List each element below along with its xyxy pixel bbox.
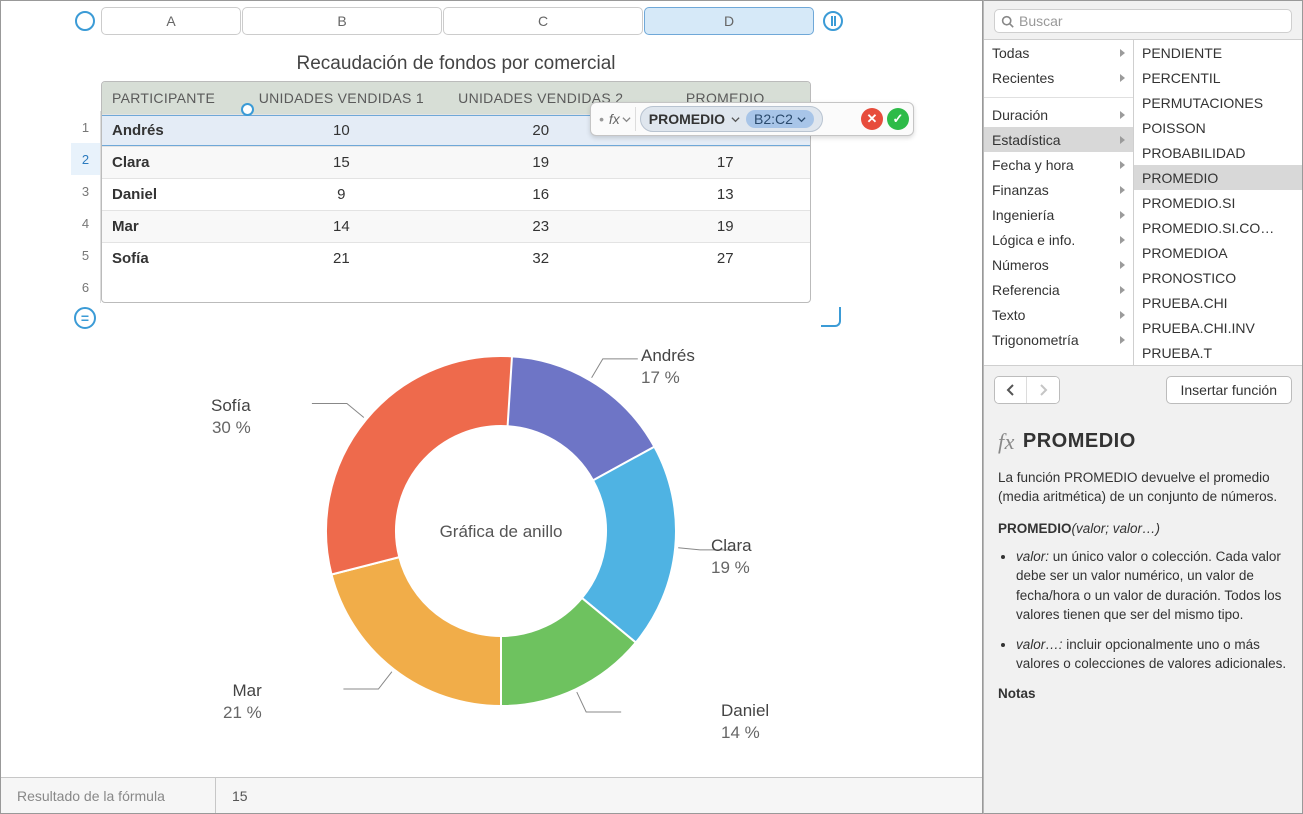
function-categories[interactable]: TodasRecientes DuraciónEstadísticaFecha y…: [984, 40, 1134, 365]
row-numbers: 1 2 3 4 5 6: [71, 111, 101, 303]
chart-label-mar: Mar21 %: [223, 681, 262, 723]
category-item[interactable]: Lógica e info.: [984, 227, 1133, 252]
function-item[interactable]: PROMEDIO.SI: [1134, 190, 1302, 215]
category-item[interactable]: Duración: [984, 102, 1133, 127]
selection-handle[interactable]: [241, 103, 254, 116]
row-num-2[interactable]: 2: [71, 143, 101, 175]
status-bar: Resultado de la fórmula 15: [1, 777, 982, 813]
fx-icon: fx: [998, 426, 1015, 458]
confirm-formula-button[interactable]: ✓: [887, 108, 909, 130]
status-label: Resultado de la fórmula: [1, 778, 216, 813]
formula-range-pill[interactable]: B2:C2: [746, 110, 814, 128]
col-header-a[interactable]: A: [101, 7, 241, 35]
function-item[interactable]: PENDIENTE: [1134, 40, 1302, 65]
search-input[interactable]: Buscar: [994, 9, 1292, 33]
col-header-c[interactable]: C: [443, 7, 643, 35]
function-help: fxPROMEDIO La función PROMEDIO devuelve …: [984, 414, 1302, 728]
status-value: 15: [216, 778, 264, 813]
row-num-1[interactable]: 1: [71, 111, 101, 143]
table-row[interactable]: Sofía 21 32 27: [102, 242, 810, 274]
category-item[interactable]: Trigonometría: [984, 327, 1133, 352]
category-item[interactable]: Fecha y hora: [984, 152, 1133, 177]
chart-label-clara: Clara19 %: [711, 536, 752, 578]
function-list[interactable]: PENDIENTEPERCENTILPERMUTACIONESPOISSONPR…: [1134, 40, 1302, 365]
category-item[interactable]: Texto: [984, 302, 1133, 327]
fx-label[interactable]: fx: [595, 107, 636, 131]
category-item[interactable]: Estadística: [984, 127, 1133, 152]
table-handle-top-left[interactable]: [75, 11, 95, 31]
category-item[interactable]: Finanzas: [984, 177, 1133, 202]
function-item[interactable]: PRUEBA.T: [1134, 340, 1302, 365]
table-row[interactable]: Daniel 9 16 13: [102, 178, 810, 210]
function-item[interactable]: PRONOSTICO: [1134, 265, 1302, 290]
category-item[interactable]: Recientes: [984, 65, 1133, 90]
col-header-b[interactable]: B: [242, 7, 442, 35]
category-item[interactable]: Números: [984, 252, 1133, 277]
function-item[interactable]: POISSON: [1134, 115, 1302, 140]
chart-center-label: Gráfica de anillo: [440, 522, 563, 541]
function-item[interactable]: PROMEDIO.SI.CO…: [1134, 215, 1302, 240]
formula-function-pill[interactable]: PROMEDIO B2:C2: [640, 106, 823, 132]
function-item[interactable]: PERCENTIL: [1134, 65, 1302, 90]
col-header-d[interactable]: D: [644, 7, 814, 35]
nav-forward-button[interactable]: [1027, 377, 1059, 403]
chart-label-andres: Andrés17 %: [641, 346, 695, 388]
nav-back-button[interactable]: [995, 377, 1027, 403]
table-title: Recaudación de fondos por comercial: [101, 47, 811, 81]
nav-segment[interactable]: [994, 376, 1060, 404]
function-item[interactable]: PERMUTACIONES: [1134, 90, 1302, 115]
category-item[interactable]: Todas: [984, 40, 1133, 65]
function-item[interactable]: PROMEDIOA: [1134, 240, 1302, 265]
add-column-handle[interactable]: [823, 11, 843, 31]
category-item[interactable]: Ingeniería: [984, 202, 1133, 227]
function-browser: Buscar TodasRecientes DuraciónEstadística…: [983, 0, 1303, 814]
spreadsheet-main: A B C D Recaudación de fondos por comerc…: [0, 0, 983, 814]
row-num-4[interactable]: 4: [71, 207, 101, 239]
function-item[interactable]: PROMEDIO: [1134, 165, 1302, 190]
column-headers: A B C D: [101, 7, 982, 35]
th-participante[interactable]: PARTICIPANTE: [102, 82, 242, 114]
resize-table-handle[interactable]: [821, 307, 841, 327]
add-row-handle[interactable]: =: [74, 307, 96, 329]
function-item[interactable]: PRUEBA.CHI: [1134, 290, 1302, 315]
th-unidades1[interactable]: UNIDADES VENDIDAS 1: [242, 82, 441, 114]
function-item[interactable]: PROBABILIDAD: [1134, 140, 1302, 165]
cancel-formula-button[interactable]: ✕: [861, 108, 883, 130]
function-item[interactable]: PRUEBA.CHI.INV: [1134, 315, 1302, 340]
insert-function-button[interactable]: Insertar función: [1166, 376, 1293, 404]
donut-chart[interactable]: Gráfica de anillo Andrés17 % Clara19 % D…: [181, 311, 821, 761]
table-row[interactable]: Mar 14 23 19: [102, 210, 810, 242]
formula-editor[interactable]: fx PROMEDIO B2:C2 ✕ ✓: [590, 102, 914, 136]
table-row[interactable]: Clara 15 19 17: [102, 146, 810, 178]
search-icon: [1001, 15, 1014, 28]
row-num-5[interactable]: 5: [71, 239, 101, 271]
row-num-3[interactable]: 3: [71, 175, 101, 207]
chart-label-sofia: Sofía30 %: [211, 396, 251, 438]
category-item[interactable]: Referencia: [984, 277, 1133, 302]
chart-label-daniel: Daniel14 %: [721, 701, 769, 743]
row-num-6[interactable]: 6: [71, 271, 101, 303]
